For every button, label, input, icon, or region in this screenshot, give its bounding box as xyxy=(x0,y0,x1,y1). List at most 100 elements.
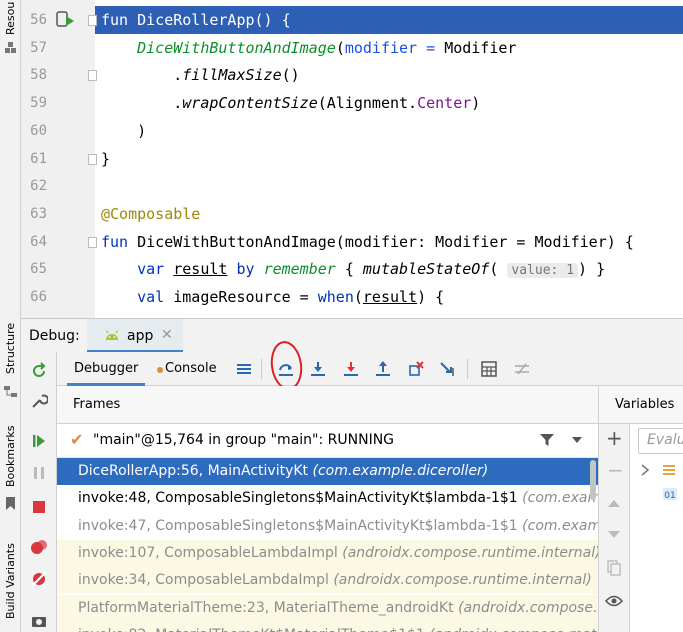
debug-session-label: app xyxy=(127,328,154,344)
add-watch-icon[interactable]: + xyxy=(606,426,623,450)
frame-row[interactable]: invoke:48, ComposableSingletons$MainActi… xyxy=(57,485,598,512)
resource-manager-tab[interactable]: Resou xyxy=(0,0,21,36)
view-breakpoints-icon[interactable] xyxy=(30,538,48,556)
move-up-icon[interactable] xyxy=(607,498,621,508)
frame-row[interactable]: PlatformMaterialTheme:23, MaterialTheme_… xyxy=(57,594,598,622)
line-number: 66 xyxy=(30,289,47,305)
code-token: modifier xyxy=(344,38,418,57)
frame-method: DiceRollerApp:56, MainActivityKt xyxy=(78,463,309,479)
resource-icon[interactable] xyxy=(3,40,18,55)
tab-console[interactable]: Console xyxy=(155,352,225,386)
code-line[interactable]: var result by remember { mutableStateOf(… xyxy=(95,255,683,283)
code-line[interactable]: val imageResource = when(result) { xyxy=(95,283,683,311)
close-icon[interactable]: ✕ xyxy=(161,327,173,343)
resume-program-icon[interactable] xyxy=(30,432,48,450)
code-line[interactable]: } xyxy=(95,145,683,173)
frame-package: (com.example.diceroller) xyxy=(312,463,489,479)
left-tool-strip: Resou Structure Bookmarks Build Variants xyxy=(0,0,21,632)
pause-program-icon[interactable] xyxy=(30,464,48,482)
code-token: by xyxy=(227,260,264,279)
frame-package: (androidx.compose.runtime.internal) xyxy=(333,572,592,589)
camera-icon[interactable] xyxy=(30,612,48,630)
step-into-icon[interactable] xyxy=(309,360,327,378)
wrench-icon[interactable] xyxy=(30,392,48,410)
code-token: var xyxy=(101,260,174,279)
code-token: . xyxy=(101,94,183,113)
thread-selector[interactable]: ✔ "main"@15,764 in group "main": RUNNING xyxy=(57,424,598,458)
code-token: ( xyxy=(489,260,508,279)
debug-session-tab-app[interactable]: app ✕ xyxy=(87,319,183,353)
debug-label: Debug: xyxy=(29,328,80,344)
code-token: value: 1 xyxy=(507,263,579,279)
code-line[interactable]: .wrapContentSize(Alignment.Center) xyxy=(95,89,683,117)
line-number: 62 xyxy=(30,178,47,195)
check-icon: ✔ xyxy=(70,430,84,449)
frame-package: (androidx.compose.materia xyxy=(429,627,598,632)
line-number: 57 xyxy=(30,39,47,56)
code-line[interactable]: .fillMaxSize() xyxy=(95,61,683,89)
code-line[interactable]: fun DiceRollerApp() { xyxy=(95,6,683,34)
filter-icon[interactable] xyxy=(539,432,555,448)
stop-icon[interactable] xyxy=(30,498,48,516)
frame-method: PlatformMaterialTheme:23, MaterialTheme_… xyxy=(78,599,454,616)
drop-frame-icon[interactable] xyxy=(407,360,425,378)
frame-package: (androidx.compose.runtime.internal) xyxy=(342,544,598,561)
structure-tab[interactable]: Structure xyxy=(0,318,21,378)
build-variants-tab[interactable]: Build Variants xyxy=(0,535,21,627)
tab-debugger[interactable]: Debugger xyxy=(67,352,145,386)
move-down-icon[interactable] xyxy=(607,530,621,540)
code-token: . xyxy=(101,66,183,85)
line-number: 58 xyxy=(30,67,47,84)
bookmark-icon[interactable] xyxy=(3,496,18,511)
frame-row[interactable]: invoke:82, MaterialThemeKt$MaterialTheme… xyxy=(57,621,598,632)
fold-marker[interactable] xyxy=(88,70,97,82)
code-token: result xyxy=(173,260,228,279)
frame-row[interactable]: invoke:34, ComposableLambdaImpl (android… xyxy=(57,567,598,595)
chevron-right-icon[interactable] xyxy=(640,464,650,476)
code-line[interactable]: DiceWithButtonAndImage(modifier = Modifi… xyxy=(95,34,683,62)
code-token: remember xyxy=(263,260,336,279)
rerun-icon[interactable] xyxy=(30,362,48,380)
trace-current-stream-icon[interactable] xyxy=(513,360,531,378)
frame-method: invoke:48, ComposableSingletons$MainActi… xyxy=(78,490,518,507)
variables-title: Variables xyxy=(615,397,675,412)
code-line[interactable]: @Composable xyxy=(95,200,683,228)
code-line[interactable] xyxy=(95,172,683,200)
frame-row[interactable]: invoke:107, ComposableLambdaImpl (androi… xyxy=(57,539,598,567)
frame-row[interactable]: invoke:47, ComposableSingletons$MainActi… xyxy=(57,513,598,540)
fold-marker[interactable] xyxy=(88,236,97,248)
run-gutter-icon[interactable] xyxy=(56,11,76,29)
structure-icon[interactable] xyxy=(3,384,18,399)
bookmarks-tab[interactable]: Bookmarks xyxy=(0,420,21,492)
code-token: () xyxy=(281,66,300,85)
evaluate-input[interactable]: Evalu xyxy=(638,428,683,454)
frames-scrollbar[interactable] xyxy=(590,460,596,500)
fold-marker[interactable] xyxy=(88,15,97,26)
code-token: DiceRollerApp() { xyxy=(137,11,291,29)
code-token: ) xyxy=(471,94,481,113)
variables-side-toolbar: + − xyxy=(598,424,630,632)
line-number: 65 xyxy=(30,261,47,278)
code-line[interactable]: fun DiceWithButtonAndImage(modifier: Mod… xyxy=(95,228,683,256)
duplicate-watch-icon[interactable] xyxy=(607,560,621,576)
code-line[interactable]: ) xyxy=(95,117,683,145)
android-icon xyxy=(105,330,119,340)
line-number: 56 xyxy=(30,12,47,28)
fold-marker[interactable] xyxy=(88,153,97,165)
toolbar-separator xyxy=(467,359,468,379)
chevron-down-icon[interactable] xyxy=(571,435,583,445)
run-to-cursor-icon[interactable] xyxy=(439,360,457,378)
code-token: DiceWithButtonAndImage xyxy=(101,38,336,57)
step-out-icon[interactable] xyxy=(374,360,392,378)
menu-icon[interactable] xyxy=(235,360,253,378)
evaluate-expression-icon[interactable] xyxy=(480,360,498,378)
eye-icon[interactable] xyxy=(605,594,623,608)
force-step-into-icon[interactable] xyxy=(342,360,360,378)
frames-header: Frames xyxy=(57,386,598,424)
remove-watch-icon[interactable]: − xyxy=(607,458,624,482)
frame-row[interactable]: DiceRollerApp:56, MainActivityKt (com.ex… xyxy=(57,458,598,485)
debug-tool-window-header: Debug: app ✕ xyxy=(21,318,683,353)
mute-breakpoints-icon[interactable] xyxy=(30,570,48,588)
frame-method: invoke:107, ComposableLambdaImpl xyxy=(78,544,338,561)
line-number: 61 xyxy=(30,150,47,167)
